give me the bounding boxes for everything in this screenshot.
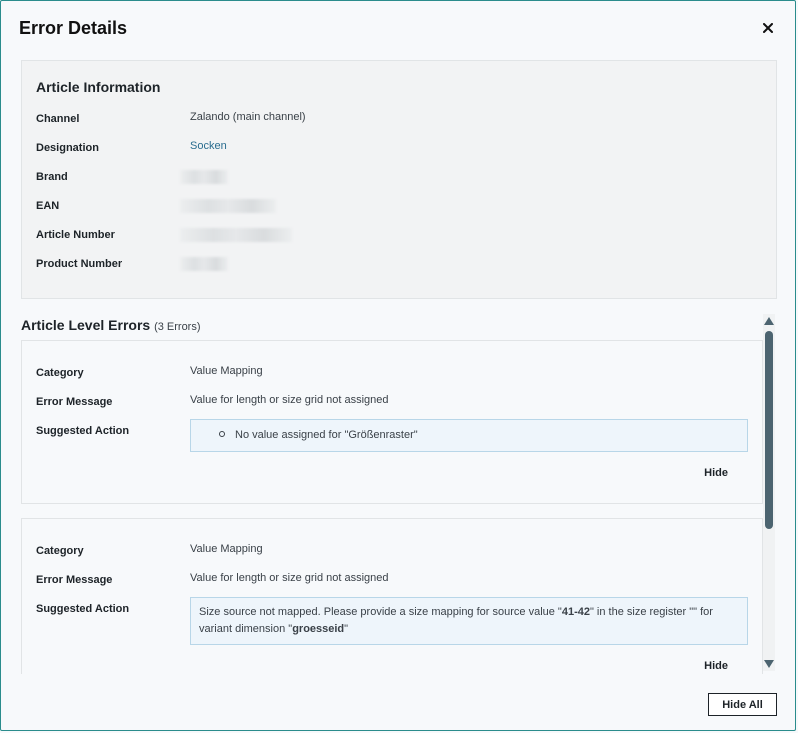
designation-row: Designation Socken (36, 138, 762, 167)
source-value: 41-42 (561, 606, 590, 618)
designation-label: Designation (36, 142, 99, 154)
article-information-panel: Article Information Channel Zalando (mai… (21, 60, 777, 299)
article-number-row: Article Number (36, 225, 762, 254)
product-number-row: Product Number (36, 254, 762, 283)
suggested-action-text: No value assigned for "Größenraster" (235, 429, 418, 441)
channel-label: Channel (36, 113, 80, 125)
suggested-action-text-part: Size source not mapped. Please provide a… (199, 606, 562, 618)
error-count: (3 Errors) (154, 321, 201, 333)
ean-value-redacted (180, 196, 276, 216)
triangle-down-icon (764, 660, 774, 668)
category-label: Category (36, 545, 84, 557)
article-level-errors-header: Article Level Errors (3 Errors) (21, 317, 201, 333)
category-value: Value Mapping (190, 543, 263, 555)
error-details-dialog: Error Details Article Information Channe… (0, 0, 796, 731)
error-card: Category Value Mapping Error Message Val… (21, 340, 763, 504)
suggested-action-text-part: " (344, 623, 349, 635)
hide-button[interactable]: Hide (704, 467, 728, 479)
dialog-header: Error Details (1, 1, 795, 59)
suggested-action-text-part: " in the size register "" for (589, 606, 713, 618)
brand-label: Brand (36, 171, 68, 183)
error-message-value: Value for length or size grid not assign… (190, 394, 389, 406)
close-icon (763, 23, 773, 33)
hide-button[interactable]: Hide (704, 660, 728, 672)
errors-list[interactable]: Category Value Mapping Error Message Val… (21, 340, 763, 674)
error-message-label: Error Message (36, 574, 113, 586)
channel-row: Channel Zalando (main channel) (36, 109, 762, 138)
triangle-up-icon (764, 317, 774, 325)
ean-row: EAN (36, 196, 762, 225)
scroll-thumb[interactable] (765, 331, 773, 529)
category-row: Category Value Mapping (36, 541, 748, 570)
brand-value-redacted (180, 167, 228, 187)
error-message-row: Error Message Value for length or size g… (36, 392, 748, 421)
product-number-value-redacted (180, 254, 228, 274)
suggested-action-row: Suggested Action Size source not mapped.… (36, 597, 748, 645)
suggested-action-text-part: variant dimension " (199, 623, 293, 635)
scroll-down-arrow[interactable] (764, 659, 774, 669)
suggested-action-box: No value assigned for "Größenraster" (190, 419, 748, 452)
category-row: Category Value Mapping (36, 363, 748, 392)
bullet-icon (219, 431, 225, 438)
suggested-action-box: Size source not mapped. Please provide a… (190, 597, 748, 645)
article-information-title: Article Information (36, 79, 161, 95)
suggested-action-label: Suggested Action (36, 603, 130, 615)
suggested-action-label: Suggested Action (36, 425, 130, 437)
error-message-value: Value for length or size grid not assign… (190, 572, 389, 584)
scroll-up-arrow[interactable] (764, 316, 774, 326)
hide-all-button[interactable]: Hide All (708, 693, 777, 716)
errors-scrollbar[interactable] (763, 314, 775, 671)
category-label: Category (36, 367, 84, 379)
error-card: Category Value Mapping Error Message Val… (21, 518, 763, 674)
close-button[interactable] (759, 19, 777, 37)
brand-row: Brand (36, 167, 762, 196)
suggested-action-row: Suggested Action No value assigned for "… (36, 419, 748, 452)
dialog-title: Error Details (19, 17, 128, 38)
channel-value: Zalando (main channel) (190, 111, 306, 123)
variant-dimension: groesseid (292, 623, 345, 635)
article-number-label: Article Number (36, 229, 115, 241)
category-value: Value Mapping (190, 365, 263, 377)
designation-link[interactable]: Socken (190, 138, 227, 152)
error-message-label: Error Message (36, 396, 113, 408)
ean-label: EAN (36, 200, 60, 212)
article-level-errors-title: Article Level Errors (21, 317, 151, 333)
product-number-label: Product Number (36, 258, 123, 270)
error-message-row: Error Message Value for length or size g… (36, 570, 748, 599)
article-number-value-redacted (180, 225, 292, 245)
